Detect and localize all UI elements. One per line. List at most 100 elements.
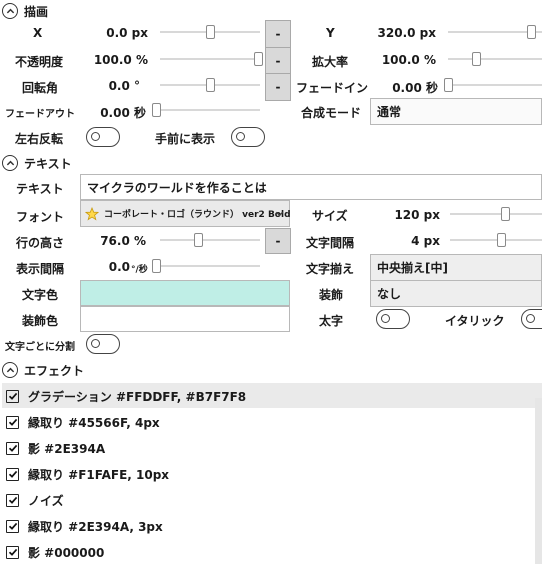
font-select[interactable]: コーポレート・ロゴ（ラウンド） ver2 Bold	[80, 200, 291, 227]
effect-label: 影 #2E394A	[28, 441, 106, 456]
effect-checkbox[interactable]	[6, 389, 19, 403]
effect-row[interactable]: グラデーション #FFDDFF, #B7F7F8	[6, 384, 246, 408]
y-label: Y	[326, 26, 335, 40]
effect-checkbox[interactable]	[6, 545, 19, 559]
italic-label: イタリック	[445, 314, 505, 328]
size-slider[interactable]	[450, 207, 542, 221]
section-title: エフェクト	[24, 363, 85, 378]
effect-label: 縁取り #2E394A, 3px	[28, 519, 163, 534]
display-interval-slider[interactable]	[152, 259, 260, 273]
blend-mode-select[interactable]: 通常	[370, 98, 542, 125]
effect-checkbox[interactable]	[6, 415, 19, 429]
chevron-up-icon[interactable]	[2, 3, 18, 19]
star-icon	[84, 206, 100, 221]
effect-row[interactable]: 影 #000000	[6, 540, 104, 564]
align-label: 文字揃え	[306, 262, 355, 276]
bold-label: 太字	[319, 314, 344, 328]
section-title: 描画	[24, 4, 49, 19]
display-interval-unit: °/秒	[131, 265, 148, 275]
decoration-label: 装飾	[319, 288, 344, 302]
flip-toggle[interactable]	[86, 127, 120, 147]
text-input-value: マイクラのワールドを作ることは	[87, 180, 267, 195]
display-interval-label: 表示間隔	[16, 262, 65, 276]
effect-label: 影 #000000	[28, 545, 105, 560]
split-label: 文字ごとに分割	[5, 342, 75, 353]
char-spacing-label: 文字間隔	[306, 236, 355, 250]
text-input[interactable]: マイクラのワールドを作ることは	[80, 174, 542, 200]
front-toggle[interactable]	[231, 127, 265, 147]
scale-slider[interactable]	[448, 52, 542, 66]
char-spacing-value[interactable]: 4 px	[411, 234, 440, 248]
rotation-label: 回転角	[22, 81, 59, 95]
align-select[interactable]: 中央揃え[中]	[370, 254, 542, 281]
effect-row[interactable]: 縁取り #45566F, 4px	[6, 410, 160, 434]
flip-label: 左右反転	[15, 132, 64, 146]
display-interval-value[interactable]: 0.0	[109, 260, 130, 274]
effect-label: 縁取り #F1FAFE, 10px	[28, 467, 170, 482]
section-title: テキスト	[24, 156, 72, 171]
opacity-value[interactable]: 100.0 %	[94, 53, 148, 67]
font-value: コーポレート・ロゴ（ラウンド） ver2 Bold	[104, 210, 291, 220]
section-drawing-header[interactable]: 描画	[0, 0, 48, 22]
size-label: サイズ	[312, 209, 348, 223]
section-effects-header[interactable]: エフェクト	[0, 359, 84, 381]
fadeout-slider[interactable]	[152, 103, 260, 117]
effect-label: 縁取り #45566F, 4px	[28, 415, 160, 430]
effect-row[interactable]: 影 #2E394A	[6, 436, 105, 460]
decoration-color-swatch[interactable]	[80, 306, 290, 332]
fadein-value[interactable]: 0.00 秒	[392, 79, 438, 96]
scale-value[interactable]: 100.0 %	[382, 53, 436, 67]
x-slider[interactable]	[160, 25, 260, 39]
chevron-up-icon[interactable]	[2, 155, 18, 171]
blend-mode-value: 通常	[377, 105, 402, 119]
rotation-minus-button[interactable]: -	[265, 73, 291, 101]
effect-checkbox[interactable]	[6, 493, 19, 507]
effect-row[interactable]: ノイズ	[6, 488, 64, 512]
rotation-value[interactable]: 0.0 °	[109, 79, 140, 93]
opacity-slider[interactable]	[160, 52, 263, 66]
effect-checkbox[interactable]	[6, 467, 19, 481]
decoration-color-label: 装飾色	[22, 314, 59, 328]
effect-row[interactable]: 縁取り #2E394A, 3px	[6, 514, 163, 538]
effect-label: グラデーション #FFDDFF, #B7F7F8	[28, 389, 247, 404]
effect-checkbox[interactable]	[6, 441, 19, 455]
char-spacing-slider[interactable]	[450, 233, 542, 247]
fadein-slider[interactable]	[444, 78, 542, 92]
y-value[interactable]: 320.0 px	[378, 26, 436, 40]
chevron-down-icon	[275, 209, 284, 221]
blend-mode-label: 合成モード	[301, 106, 362, 120]
decoration-select[interactable]: なし	[370, 280, 542, 307]
align-value: 中央揃え[中]	[377, 261, 448, 275]
effect-row[interactable]: 縁取り #F1FAFE, 10px	[6, 462, 169, 486]
opacity-minus-button[interactable]: -	[265, 47, 291, 75]
text-label: テキスト	[16, 182, 64, 196]
split-toggle[interactable]	[86, 334, 120, 354]
chevron-up-icon[interactable]	[2, 362, 18, 378]
bold-toggle[interactable]	[376, 309, 410, 329]
opacity-label: 不透明度	[15, 55, 64, 69]
line-height-slider[interactable]	[160, 233, 260, 247]
fadein-label: フェードイン	[296, 81, 369, 95]
effect-checkbox[interactable]	[6, 519, 19, 533]
front-label: 手前に表示	[155, 132, 216, 146]
x-label: X	[33, 26, 43, 40]
section-text-header[interactable]: テキスト	[0, 152, 72, 174]
font-label: フォント	[16, 210, 65, 224]
scrollbar[interactable]	[535, 398, 542, 564]
line-height-label: 行の高さ	[16, 236, 65, 250]
text-color-label: 文字色	[22, 288, 59, 302]
line-height-value[interactable]: 76.0 %	[100, 234, 146, 248]
decoration-value: なし	[377, 287, 402, 301]
fadeout-value[interactable]: 0.00 秒	[100, 104, 146, 121]
italic-toggle[interactable]	[521, 309, 542, 329]
line-height-minus-button[interactable]: -	[265, 228, 291, 254]
scale-label: 拡大率	[312, 55, 349, 69]
rotation-slider[interactable]	[160, 78, 260, 92]
fadeout-label: フェードアウト	[5, 109, 75, 120]
effect-label: ノイズ	[28, 493, 64, 508]
x-value[interactable]: 0.0 px	[106, 26, 148, 40]
x-minus-button[interactable]: -	[265, 20, 291, 48]
size-value[interactable]: 120 px	[394, 208, 440, 222]
y-slider[interactable]	[448, 25, 542, 39]
text-color-swatch[interactable]	[80, 280, 290, 306]
